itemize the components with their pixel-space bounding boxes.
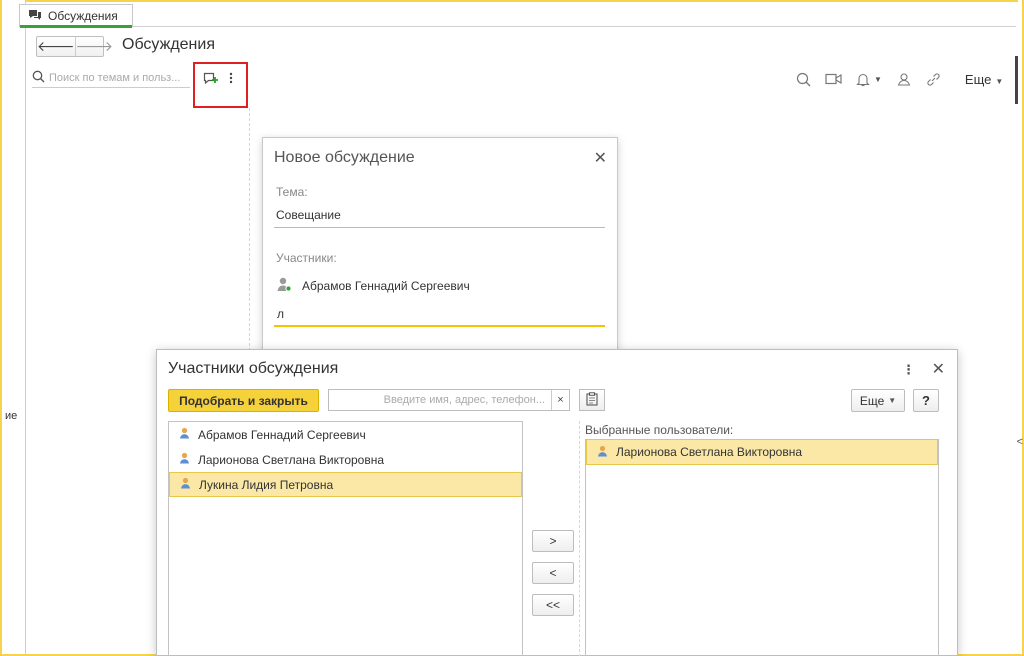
new-discussion-icon[interactable] xyxy=(203,72,219,86)
page-title: Обсуждения xyxy=(122,36,215,53)
tab-bar: Обсуждения xyxy=(19,2,1016,28)
list-item-selected[interactable]: Ларионова Светлана Викторовна xyxy=(586,440,938,465)
move-right-button[interactable]: > xyxy=(532,530,574,552)
more-label: Еще xyxy=(964,71,992,87)
participant-name: Абрамов Геннадий Сергеевич xyxy=(302,278,470,293)
clipboard-icon xyxy=(586,391,598,409)
right-panel-strip xyxy=(1018,0,1024,656)
clear-search-button[interactable]: × xyxy=(551,390,569,410)
close-icon[interactable]: ✕ xyxy=(594,148,607,168)
selected-users-label: Выбранные пользователи: xyxy=(585,423,734,437)
help-button[interactable]: ? xyxy=(913,389,939,412)
left-panel-strip: ие xyxy=(0,0,26,656)
chat-icon xyxy=(28,9,42,24)
search-icon xyxy=(32,70,45,86)
user-icon xyxy=(179,452,190,467)
dialog-title: Новое обсуждение xyxy=(274,149,415,166)
highlight-box xyxy=(193,62,248,108)
tab-discussions[interactable]: Обсуждения xyxy=(19,4,133,28)
user-search-input[interactable] xyxy=(329,394,551,406)
left-panel-text: ие xyxy=(5,410,18,422)
list-item-selected[interactable]: Лукина Лидия Петровна xyxy=(169,472,522,497)
move-left-button[interactable]: < xyxy=(532,562,574,584)
header-toolbar: ▼ Еще ▼ xyxy=(796,68,1003,90)
more-button[interactable]: Еще ▼ xyxy=(851,389,905,412)
more-menu[interactable]: Еще ▼ xyxy=(965,72,1003,87)
participant-input[interactable]: л xyxy=(277,307,284,321)
pick-and-close-button[interactable]: Подобрать и закрыть xyxy=(168,389,319,412)
user-search-box: × xyxy=(328,389,570,411)
more-label: Еще xyxy=(859,393,885,408)
user-name: Абрамов Геннадий Сергеевич xyxy=(198,427,366,442)
participant-input-underline xyxy=(274,325,605,327)
copy-button[interactable] xyxy=(579,389,605,411)
user-icon xyxy=(597,445,608,460)
search-input[interactable] xyxy=(49,71,185,84)
user-icon xyxy=(179,427,190,442)
dialog-title: Участники обсуждения xyxy=(168,360,339,377)
list-item[interactable]: Абрамов Геннадий Сергеевич xyxy=(169,422,522,447)
participants-dialog: Участники обсуждения ⋮ ✕ Подобрать и зак… xyxy=(156,349,958,656)
right-edge-text: < xyxy=(1016,436,1023,448)
navigation-buttons: 🡐 🡒 xyxy=(36,36,113,57)
list-item[interactable]: Ларионова Светлана Викторовна xyxy=(169,447,522,472)
participants-label: Участники: xyxy=(276,251,337,265)
chevron-down-icon: ▼ xyxy=(995,76,1004,86)
available-users-list: Абрамов Геннадий Сергеевич Ларионова Све… xyxy=(168,421,523,656)
topic-underline xyxy=(274,227,605,228)
chevron-down-icon[interactable]: ▼ xyxy=(874,75,882,84)
user-name: Лукина Лидия Петровна xyxy=(199,477,334,492)
participant-item[interactable]: Абрамов Геннадий Сергеевич xyxy=(276,276,470,295)
search-box xyxy=(32,68,190,88)
scrollbar[interactable] xyxy=(1015,56,1018,104)
user-name: Ларионова Светлана Викторовна xyxy=(616,445,803,459)
selected-users-list: Ларионова Светлана Викторовна xyxy=(585,439,939,656)
users-icon[interactable] xyxy=(896,72,912,86)
move-all-left-button[interactable]: << xyxy=(532,594,574,616)
user-name: Ларионова Светлана Викторовна xyxy=(198,452,385,467)
video-call-icon[interactable] xyxy=(825,73,842,85)
back-arrow-icon[interactable]: 🡐 xyxy=(37,37,75,56)
column-divider xyxy=(579,421,580,656)
link-icon[interactable] xyxy=(926,72,941,87)
close-icon[interactable]: ✕ xyxy=(932,359,945,379)
topic-field[interactable]: Совещание xyxy=(276,208,341,222)
kebab-menu-icon[interactable] xyxy=(229,72,233,84)
kebab-menu-icon[interactable]: ⋮ xyxy=(902,362,915,378)
notification-bell-icon[interactable]: ▼ xyxy=(856,72,882,87)
forward-arrow-icon[interactable]: 🡒 xyxy=(74,37,113,56)
chevron-down-icon: ▼ xyxy=(888,396,897,405)
search-icon[interactable] xyxy=(796,72,811,87)
user-online-icon xyxy=(276,276,292,295)
topic-label: Тема: xyxy=(276,185,308,199)
tab-label: Обсуждения xyxy=(48,9,118,23)
user-icon xyxy=(180,477,191,492)
new-discussion-dialog: Новое обсуждение ✕ Тема: Совещание Участ… xyxy=(262,137,618,357)
